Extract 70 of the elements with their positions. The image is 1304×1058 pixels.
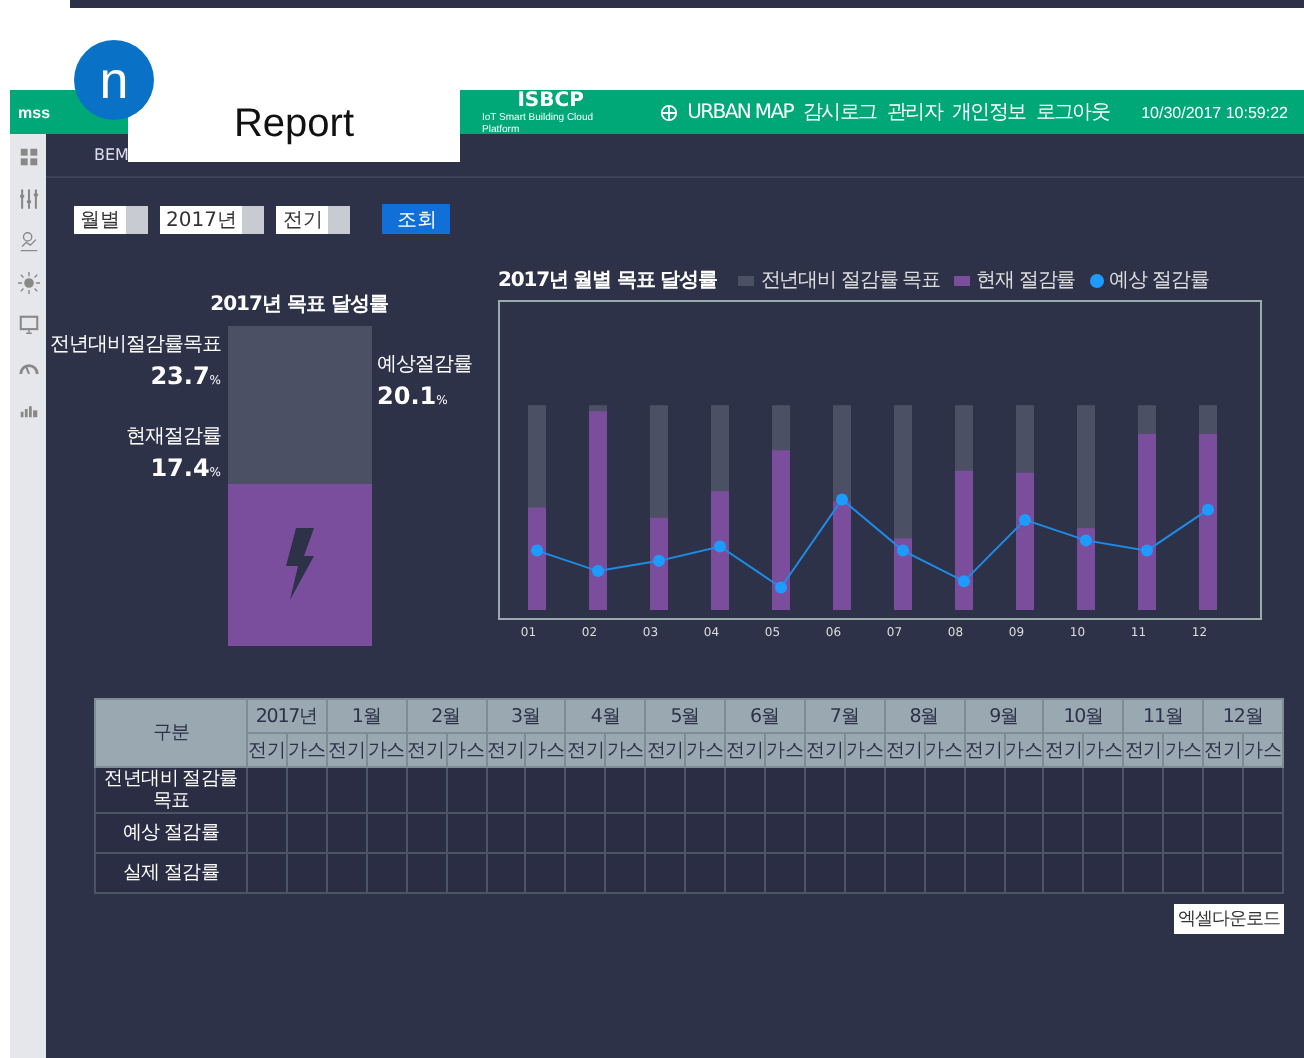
logo: mss [18, 103, 51, 121]
forecast-point [1202, 503, 1214, 516]
nav-link[interactable]: 개인정보 [951, 98, 1026, 126]
column-header: 2017년 [247, 699, 327, 733]
row-header: 전년대비 절감률 목표 [95, 767, 247, 813]
column-header: 10월 [1043, 699, 1124, 733]
search-button[interactable]: 조회 [382, 204, 451, 234]
column-header: 2월 [406, 699, 487, 733]
breadcrumb-item[interactable]: BEM [94, 146, 129, 164]
nav-link[interactable]: 로그아웃 [1035, 98, 1110, 126]
forecast-point [653, 554, 665, 567]
stat-label: 현재절감률 [126, 424, 221, 450]
column-header: 구분 [95, 699, 247, 767]
current-bar [650, 517, 668, 610]
sliders-icon[interactable] [17, 188, 39, 210]
forecast-point [1141, 544, 1153, 557]
legend-label: 전년대비 절감률 목표 [760, 268, 941, 294]
current-bar [1077, 528, 1095, 610]
column-header: 11월 [1123, 699, 1204, 733]
current-bar [1016, 472, 1034, 610]
column-header: 6월 [725, 699, 805, 733]
forecast-point [1019, 513, 1031, 526]
row-header: 예상 절감률 [95, 813, 247, 853]
stat-label: 예상절감률 [377, 352, 472, 378]
legend-swatch [738, 275, 755, 285]
report-label: Report [128, 88, 460, 162]
current-bar [833, 501, 851, 610]
app-title: ISBCP [517, 89, 584, 111]
lightning-icon [283, 528, 315, 601]
nav-link[interactable]: 관리자 [886, 98, 942, 126]
forecast-point [897, 544, 909, 557]
legend-label: 예상 절감률 [1109, 268, 1209, 294]
dropdown[interactable]: 2017년 [160, 205, 265, 233]
forecast-point [775, 581, 787, 594]
chart-title: 2017년 월별 목표 달성률 [498, 268, 717, 294]
forecast-point [958, 575, 970, 588]
column-header: 8월 [884, 699, 965, 733]
current-bar [955, 470, 973, 610]
letter-avatar: n [74, 40, 154, 120]
forecast-point [714, 540, 726, 553]
nav-link[interactable]: 감시로그 [803, 98, 877, 126]
column-header: 3월 [486, 699, 566, 733]
current-bar [528, 507, 546, 610]
excel-download-button[interactable]: 엑셀다운로드 [1174, 904, 1284, 934]
dropdown[interactable]: 월별 [74, 205, 148, 233]
column-header: 9월 [964, 699, 1044, 733]
grid-icon[interactable] [17, 146, 39, 168]
monitor-icon[interactable] [17, 314, 39, 336]
forecast-point [531, 544, 543, 557]
column-header: 4월 [565, 699, 646, 733]
column-header: 7월 [804, 699, 885, 733]
column-header: 5월 [645, 699, 726, 733]
nav-link[interactable]: URBAN MAP [687, 101, 794, 123]
forecast-point [836, 493, 848, 506]
dropdown[interactable]: 전기 [276, 205, 351, 233]
legend-swatch [954, 275, 971, 285]
globe-icon [659, 103, 678, 121]
forecast-point [592, 565, 604, 578]
chart-title: 2017년 목표 달성률 [210, 292, 388, 318]
column-header: 12월 [1203, 699, 1283, 733]
stat-label: 전년대비절감률목표 [50, 332, 221, 358]
legend-label: 현재 절감률 [976, 268, 1076, 294]
legend-dot [1089, 273, 1104, 287]
column-header: 1월 [326, 699, 407, 733]
person-chart-icon[interactable] [17, 230, 39, 252]
row-header: 실제 절감률 [95, 853, 247, 893]
sun-icon[interactable] [17, 272, 39, 294]
date-time: 10/30/2017 10:59:22 [1141, 103, 1288, 121]
forecast-point [1080, 534, 1092, 547]
current-bar [711, 491, 729, 610]
